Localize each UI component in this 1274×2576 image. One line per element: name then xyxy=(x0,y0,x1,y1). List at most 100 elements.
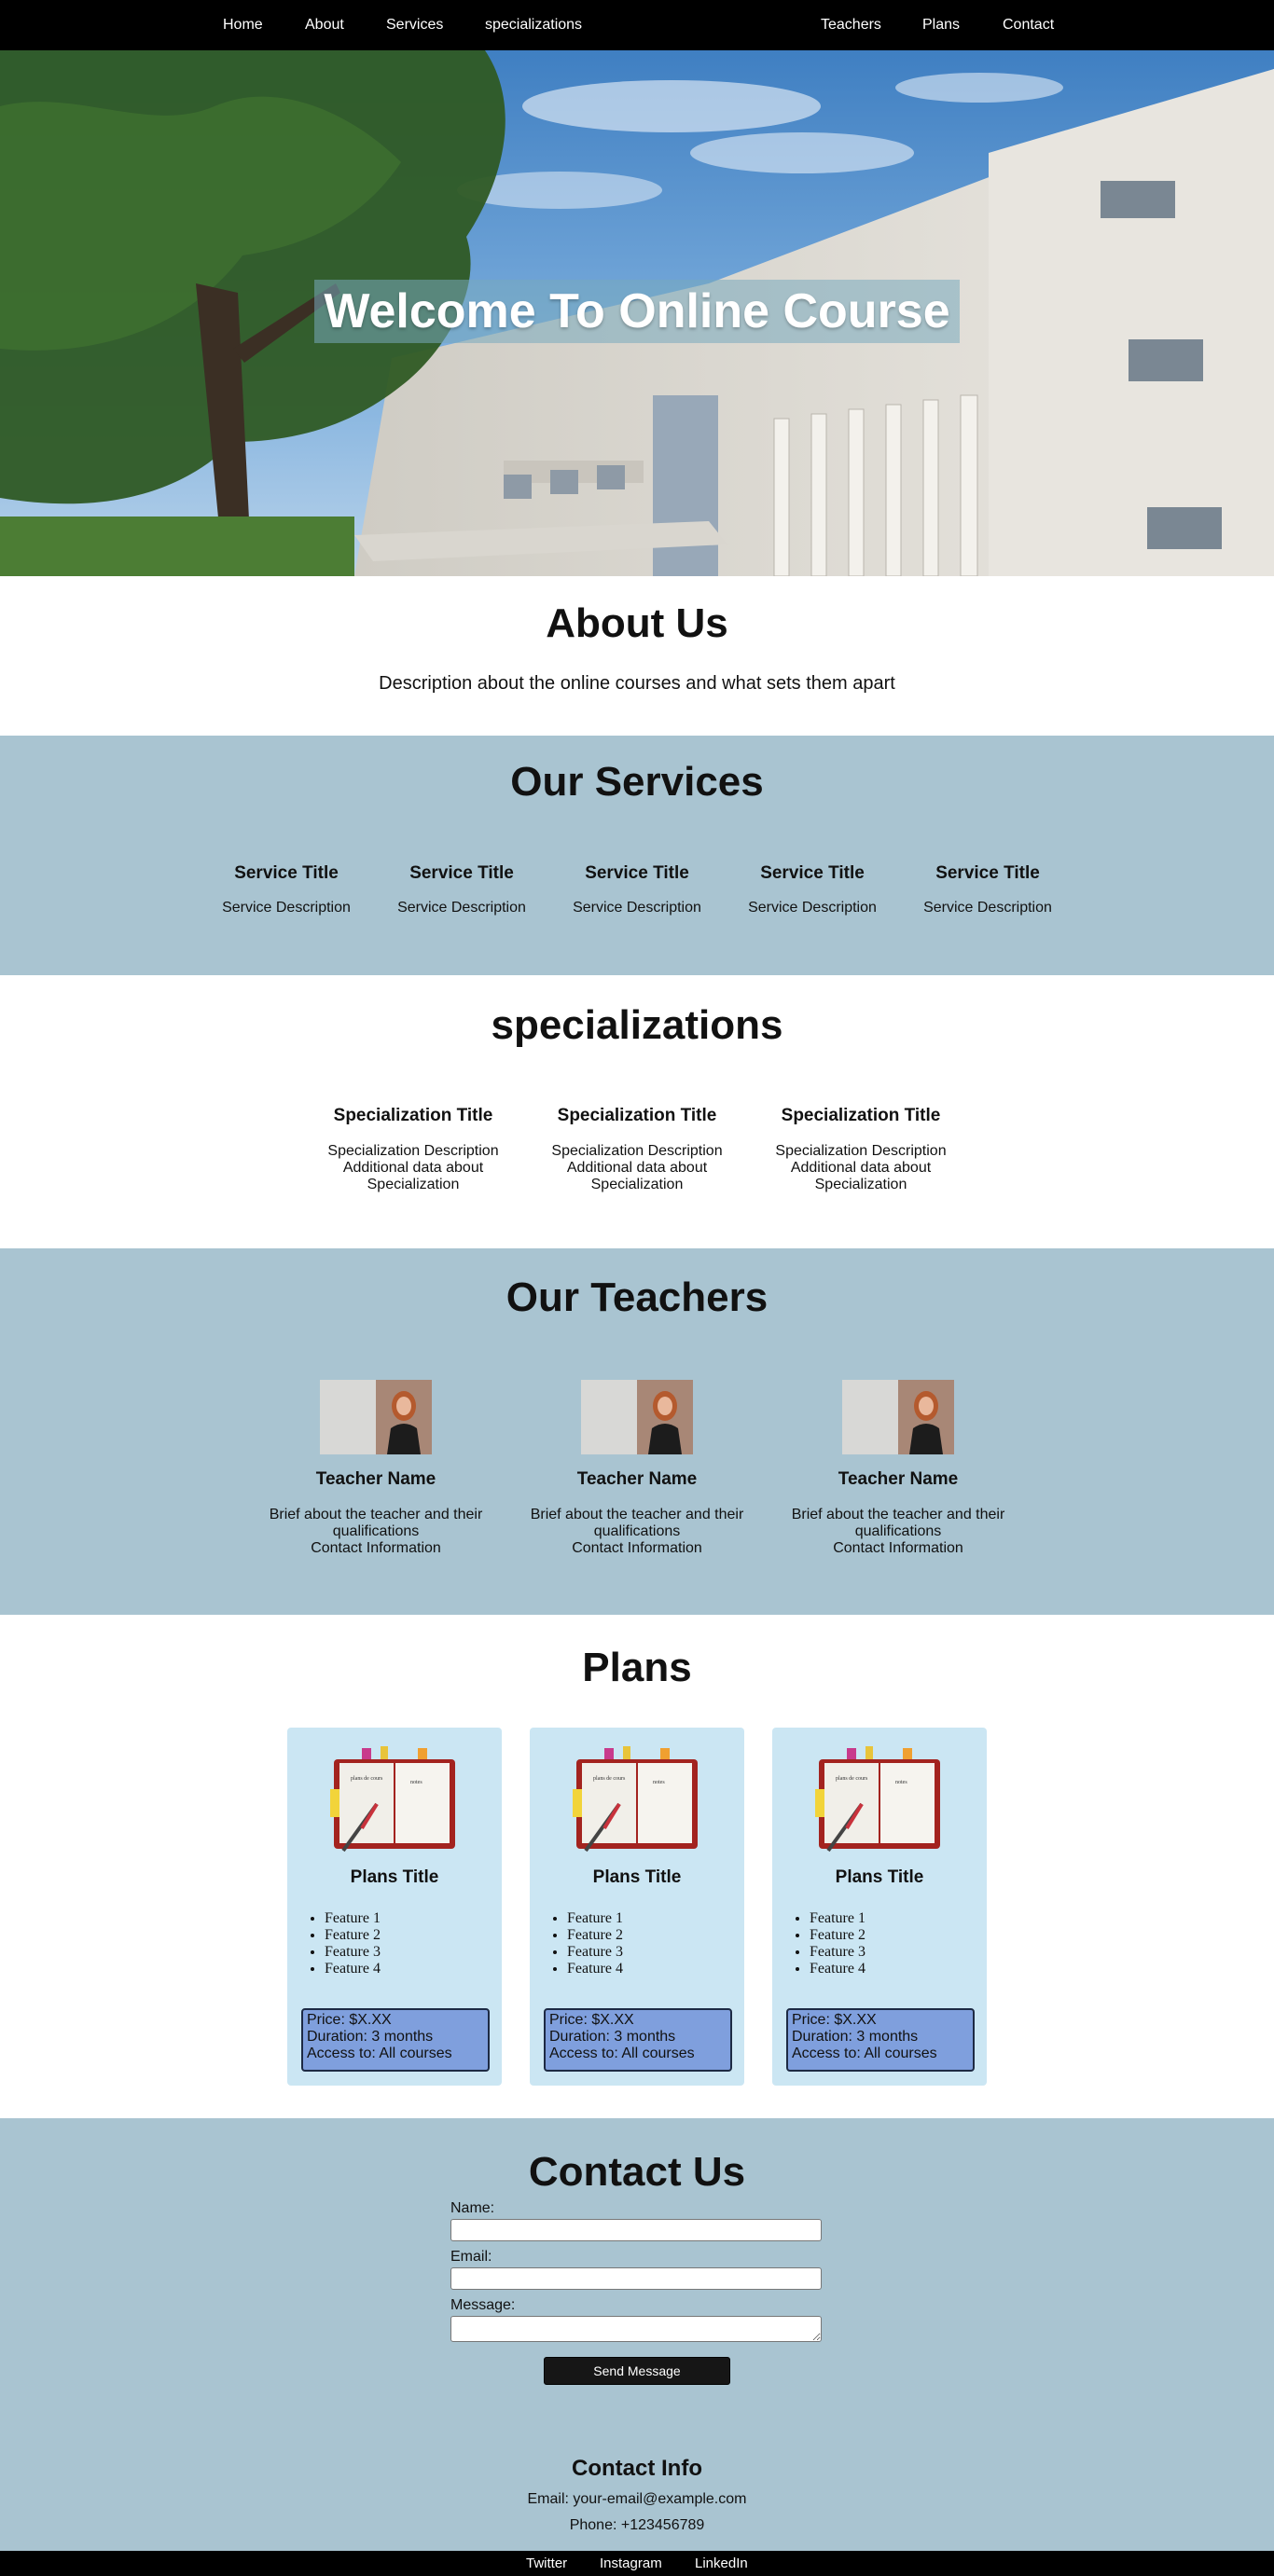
contact-form: Name: Email: Message: Send Message xyxy=(450,2200,824,2385)
service-description: Service Description xyxy=(748,900,877,916)
service-description: Service Description xyxy=(923,900,1052,916)
teachers-section: Our Teachers Teacher Name Brief about th… xyxy=(0,1248,1274,1615)
services-list: Service Title Service Description Servic… xyxy=(0,806,1274,917)
plan-features: Feature 1 Feature 2 Feature 3 Feature 4 xyxy=(530,1910,744,1977)
teacher-brief-line: Brief about the teacher and their xyxy=(791,1507,1005,1522)
plan-price: Price: $X.XX xyxy=(792,2012,877,2028)
planner-book-image: plans de cours notes xyxy=(330,1746,455,1853)
plan-feature: Feature 1 xyxy=(567,1910,744,1927)
teacher-brief: Brief about the teacher and their qualifi… xyxy=(782,1507,1015,1557)
plan-price: Price: $X.XX xyxy=(549,2012,634,2028)
service-title: Service Title xyxy=(234,863,339,883)
service-card: Service Title Service Description xyxy=(900,863,1075,916)
hero-title: Welcome To Online Course xyxy=(314,280,960,343)
plan-title: Plans Title xyxy=(835,1867,924,1887)
specialization-word: Specialization xyxy=(814,1177,907,1192)
nav-link-contact[interactable]: Contact xyxy=(1003,0,1054,50)
plan-card: plans de cours notes Plans Title Feature… xyxy=(287,1728,502,2086)
plan-feature: Feature 2 xyxy=(567,1927,744,1944)
plan-feature: Feature 4 xyxy=(810,1961,987,1977)
service-title: Service Title xyxy=(585,863,689,883)
about-section: About Us Description about the online co… xyxy=(0,576,1274,736)
specialization-card: Specialization Title Specialization Desc… xyxy=(763,1106,959,1193)
specialization-description-line: Specialization Description xyxy=(775,1143,947,1159)
email-field[interactable] xyxy=(450,2267,822,2290)
service-title: Service Title xyxy=(409,863,514,883)
plan-title: Plans Title xyxy=(350,1867,439,1887)
message-field[interactable] xyxy=(450,2316,822,2342)
teacher-name: Teacher Name xyxy=(838,1469,959,1489)
teachers-title: Our Teachers xyxy=(505,1274,769,1320)
plan-duration: Duration: 3 months xyxy=(307,2029,434,2045)
nav-link-home[interactable]: Home xyxy=(223,0,263,50)
plan-card: plans de cours notes Plans Title Feature… xyxy=(772,1728,987,2086)
about-description: Description about the online courses and… xyxy=(379,673,895,694)
specialization-title: Specialization Title xyxy=(333,1106,493,1125)
plan-duration: Duration: 3 months xyxy=(549,2029,676,2045)
contact-phone: Phone: +123456789 xyxy=(569,2517,705,2533)
plans-title: Plans xyxy=(582,1645,692,1690)
nav-link-teachers[interactable]: Teachers xyxy=(821,0,881,50)
book-text-right: notes xyxy=(895,1780,907,1785)
specializations-title: specializations xyxy=(491,1002,783,1048)
plan-feature: Feature 2 xyxy=(810,1927,987,1944)
contact-section: Contact Us Name: Email: Message: Send Me… xyxy=(0,2118,1274,2551)
specializations-list: Specialization Title Specialization Desc… xyxy=(0,1049,1274,1192)
plan-price-box: Price: $X.XX Duration: 3 months Access t… xyxy=(544,2008,732,2072)
teacher-card: Teacher Name Brief about the teacher and… xyxy=(782,1380,1015,1557)
specialization-additional-line: Additional data about xyxy=(342,1160,484,1176)
services-title: Our Services xyxy=(510,759,764,805)
service-card: Service Title Service Description xyxy=(199,863,374,916)
book-text-left: plans de cours xyxy=(836,1776,868,1782)
nav-link-plans[interactable]: Plans xyxy=(922,0,960,50)
plans-section: Plans plans de cours notes Plans Title F… xyxy=(0,1615,1274,2118)
planner-book-image: plans de cours notes xyxy=(573,1746,698,1853)
plan-features: Feature 1 Feature 2 Feature 3 Feature 4 xyxy=(772,1910,987,1977)
plan-features: Feature 1 Feature 2 Feature 3 Feature 4 xyxy=(287,1910,502,1977)
teacher-brief-line: Brief about the teacher and their xyxy=(269,1507,483,1522)
footer: Twitter Instagram LinkedIn xyxy=(0,2551,1274,2576)
planner-book-image: plans de cours notes xyxy=(815,1746,940,1853)
specialization-description-line: Specialization Description xyxy=(551,1143,723,1159)
plan-access: Access to: All courses xyxy=(307,2046,452,2061)
send-message-button[interactable]: Send Message xyxy=(544,2357,730,2385)
teacher-brief: Brief about the teacher and their qualifi… xyxy=(520,1507,754,1557)
message-label: Message: xyxy=(450,2297,516,2313)
plan-feature: Feature 3 xyxy=(325,1944,502,1961)
teacher-contact: Contact Information xyxy=(572,1540,702,1556)
name-field[interactable] xyxy=(450,2219,822,2241)
book-text-left: plans de cours xyxy=(351,1776,383,1782)
teacher-brief-line: Brief about the teacher and their xyxy=(530,1507,744,1522)
contact-info-title: Contact Info xyxy=(572,2456,702,2481)
teacher-photo xyxy=(842,1380,954,1454)
service-title: Service Title xyxy=(935,863,1040,883)
nav-link-specializations[interactable]: specializations xyxy=(485,0,582,50)
specialization-description: Specialization Description Additional dat… xyxy=(315,1143,511,1193)
hero-title-wrap: Welcome To Online Course xyxy=(0,280,1274,343)
specialization-title: Specialization Title xyxy=(781,1106,941,1125)
service-title: Service Title xyxy=(760,863,865,883)
hero-banner: Welcome To Online Course xyxy=(0,50,1274,576)
top-navbar: Home About Services specializations Teac… xyxy=(0,0,1274,50)
footer-link-instagram[interactable]: Instagram xyxy=(600,2551,662,2576)
nav-link-about[interactable]: About xyxy=(305,0,344,50)
teacher-photo xyxy=(320,1380,432,1454)
footer-link-linkedin[interactable]: LinkedIn xyxy=(695,2551,748,2576)
nav-link-services[interactable]: Services xyxy=(386,0,443,50)
teacher-qualifications: qualifications xyxy=(332,1523,420,1539)
book-text-right: notes xyxy=(410,1780,422,1785)
specialization-description: Specialization Description Additional dat… xyxy=(763,1143,959,1193)
plan-feature: Feature 4 xyxy=(567,1961,744,1977)
contact-email: Email: your-email@example.com xyxy=(527,2491,747,2507)
service-description: Service Description xyxy=(397,900,526,916)
specialization-card: Specialization Title Specialization Desc… xyxy=(315,1106,511,1193)
plan-feature: Feature 3 xyxy=(567,1944,744,1961)
plan-title: Plans Title xyxy=(592,1867,682,1887)
plan-price: Price: $X.XX xyxy=(307,2012,392,2028)
specialization-card: Specialization Title Specialization Desc… xyxy=(539,1106,735,1193)
service-card: Service Title Service Description xyxy=(374,863,549,916)
plan-feature: Feature 2 xyxy=(325,1927,502,1944)
plan-feature: Feature 1 xyxy=(325,1910,502,1927)
plan-feature: Feature 1 xyxy=(810,1910,987,1927)
footer-link-twitter[interactable]: Twitter xyxy=(526,2551,567,2576)
